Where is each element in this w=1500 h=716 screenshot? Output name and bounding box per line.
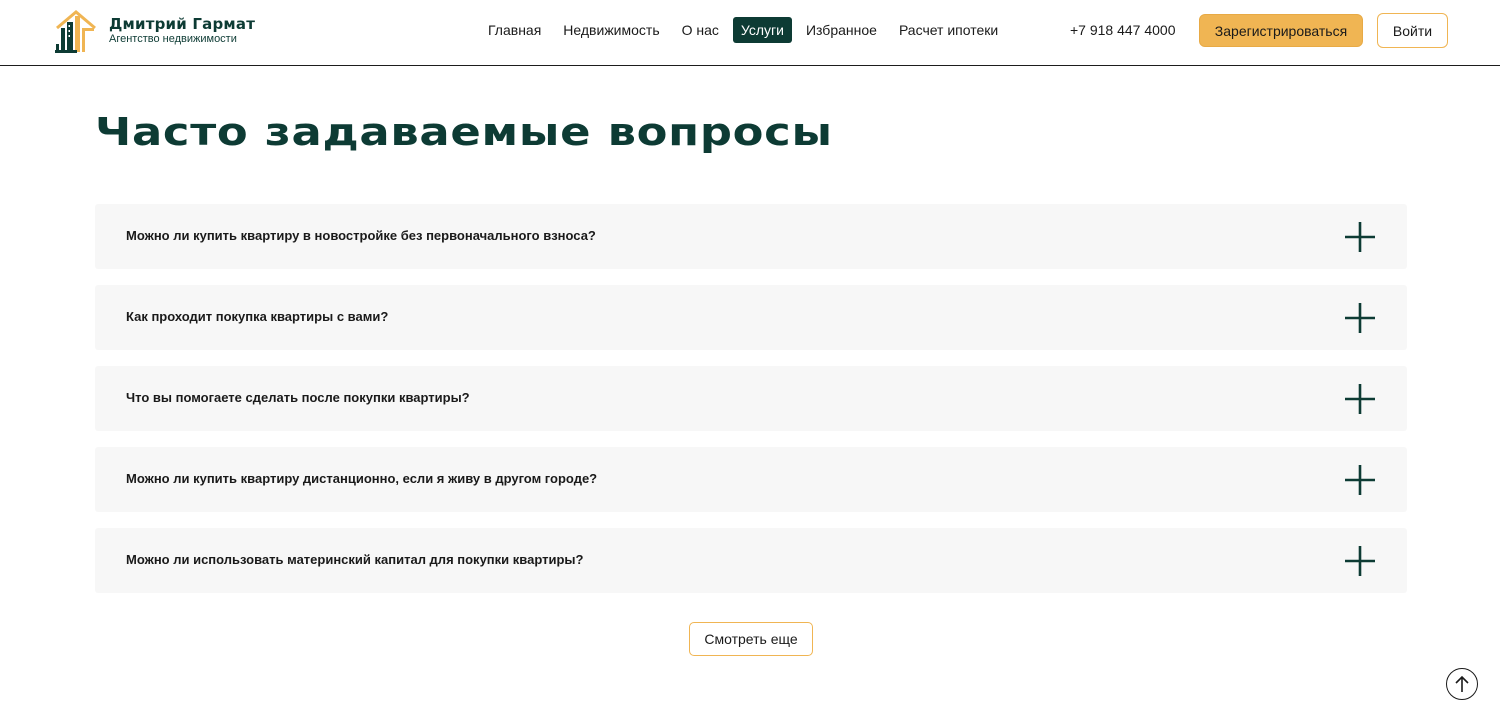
logo-name: Дмитрий Гармат — [109, 14, 256, 33]
plus-icon[interactable] — [1344, 302, 1376, 334]
login-button[interactable]: Войти — [1377, 13, 1448, 48]
nav-item[interactable]: Главная — [480, 17, 549, 43]
logo[interactable]: Дмитрий Гармат Агентство недвижимости — [53, 6, 255, 54]
faq-item[interactable]: Можно ли использовать материнский капита… — [95, 528, 1407, 593]
logo-subtitle: Агентство недвижимости — [109, 32, 237, 45]
scroll-top-button[interactable] — [1446, 668, 1478, 700]
faq-list: Можно ли купить квартиру в новостройке б… — [95, 204, 1407, 609]
faq-item[interactable]: Можно ли купить квартиру в новостройке б… — [95, 204, 1407, 269]
show-more-button[interactable]: Смотреть еще — [689, 622, 813, 656]
faq-question: Как проходит покупка квартиры с вами? — [126, 309, 389, 324]
faq-item[interactable]: Что вы помогаете сделать после покупки к… — [95, 366, 1407, 431]
faq-title: Часто задаваемые вопросы — [95, 110, 833, 154]
plus-icon[interactable] — [1344, 545, 1376, 577]
faq-question: Что вы помогаете сделать после покупки к… — [126, 390, 470, 405]
main-nav: Главная Недвижимость О нас Услуги Избранное Р… — [480, 17, 1012, 43]
nav-item[interactable]: Недвижимость — [555, 17, 667, 43]
nav-item[interactable]: Услуги — [732, 17, 792, 43]
faq-item[interactable]: Как проходит покупка квартиры с вами? — [95, 285, 1407, 350]
faq-question: Можно ли использовать материнский капита… — [126, 552, 584, 567]
nav-item[interactable]: Расчет ипотеки — [891, 17, 1006, 43]
faq-question: Можно ли купить квартиру в новостройке б… — [126, 228, 596, 243]
plus-icon[interactable] — [1344, 383, 1376, 415]
faq-item[interactable]: Можно ли купить квартиру дистанционно, е… — [95, 447, 1407, 512]
site-header: Дмитрий Гармат Агентство недвижимости Гл… — [0, 0, 1500, 66]
nav-item[interactable]: Избранное — [798, 17, 885, 43]
faq-question: Можно ли купить квартиру дистанционно, е… — [126, 471, 598, 486]
arrow-up-icon — [1455, 675, 1469, 692]
register-button[interactable]: Зарегистрироваться — [1199, 14, 1363, 47]
logo-icon — [55, 10, 96, 53]
phone-number[interactable]: +7 918 447 4000 — [1070, 22, 1176, 38]
plus-icon[interactable] — [1344, 221, 1376, 253]
plus-icon[interactable] — [1344, 464, 1376, 496]
nav-item[interactable]: О нас — [674, 17, 727, 43]
